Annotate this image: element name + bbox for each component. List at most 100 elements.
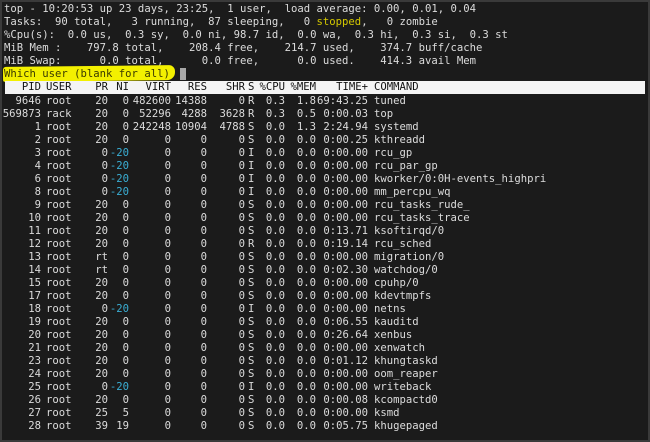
process-row[interactable]: 6 root 0 -20 0 0 0 I 0.0 0.0 0:00.00 kworker/0:0H-e…: [0, 173, 650, 186]
cell-pid: 14: [28, 264, 41, 276]
process-row[interactable]: 17 root 20 0 0 0 0 S 0.0 0.0 0:00.00 kdevtmpfs: [0, 290, 650, 303]
process-row[interactable]: 3 root 0 -20 0 0 0 I 0.0 0.0 0:00.00 rcu_gp: [0, 147, 650, 160]
cell-st: S: [248, 407, 255, 419]
cell-user: root: [46, 368, 72, 380]
cell-cmd: kcompactd0: [374, 394, 438, 406]
cell-virt: 0: [164, 355, 171, 367]
cell-pid: 23: [28, 355, 41, 367]
cell-mem: 0.0: [296, 199, 316, 211]
cell-st: S: [248, 212, 255, 224]
column-header-shr: SHR: [225, 81, 245, 93]
cell-user: root: [46, 238, 72, 250]
cell-ni: -20: [109, 303, 129, 315]
cell-ni: -20: [109, 186, 129, 198]
cell-cpu: 0.0: [265, 316, 285, 328]
cell-mem: 0.0: [296, 381, 316, 393]
cell-time: 0:00.00: [323, 173, 368, 185]
process-row[interactable]: 24 root 20 0 0 0 0 S 0.0 0.0 0:00.00 oom_reaper: [0, 368, 650, 381]
cell-st: S: [248, 420, 255, 432]
cell-pid: 12: [28, 238, 41, 250]
text-cursor[interactable]: [180, 68, 186, 80]
process-row[interactable]: 15 root 20 0 0 0 0 S 0.0 0.0 0:00.00 cpuhp/0: [0, 277, 650, 290]
cell-pid: 15: [28, 277, 41, 289]
cell-res: 0: [200, 355, 207, 367]
cell-cpu: 0.0: [265, 264, 285, 276]
column-header-user: USER: [46, 81, 72, 93]
process-row[interactable]: 11 root 20 0 0 0 0 S 0.0 0.0 0:13.71 ksoftirqd/0: [0, 225, 650, 238]
cell-pid: 13: [28, 251, 41, 263]
cell-ni: 0: [122, 264, 129, 276]
cell-time: 0:00.03: [323, 108, 368, 120]
cell-res: 0: [200, 420, 207, 432]
process-row[interactable]: 23 root 20 0 0 0 0 S 0.0 0.0 0:01.12 khungtaskd: [0, 355, 650, 368]
cell-st: S: [248, 290, 255, 302]
column-header-res: RES: [187, 81, 207, 93]
cell-res: 0: [200, 160, 207, 172]
cell-cpu: 0.0: [265, 186, 285, 198]
cell-pid: 24: [28, 368, 41, 380]
cell-virt: 0: [164, 407, 171, 419]
cell-res: 0: [200, 199, 207, 211]
cell-res: 0: [200, 264, 207, 276]
cell-st: S: [248, 368, 255, 380]
cell-time: 0:00.00: [323, 160, 368, 172]
process-row[interactable]: 28 root 39 19 0 0 0 S 0.0 0.0 0:05.75 khugepaged: [0, 420, 650, 433]
cell-st: S: [248, 121, 255, 133]
cell-ni: 0: [122, 394, 129, 406]
cell-time: 0:00.00: [323, 186, 368, 198]
cell-res: 0: [200, 238, 207, 250]
process-row[interactable]: 14 root rt 0 0 0 0 S 0.0 0.0 0:02.30 watchdog/0: [0, 264, 650, 277]
process-row[interactable]: 8 root 0 -20 0 0 0 I 0.0 0.0 0:00.00 mm_percpu_wq: [0, 186, 650, 199]
process-row[interactable]: 20 root 20 0 0 0 0 S 0.0 0.0 0:26.64 xenbus: [0, 329, 650, 342]
cell-virt: 0: [164, 329, 171, 341]
process-row[interactable]: 13 root rt 0 0 0 0 S 0.0 0.0 0:00.00 migration/0: [0, 251, 650, 264]
process-row[interactable]: 569873 rack 20 0 52296 4288 3628 R 0.3 0.5 0:00.03…: [0, 108, 650, 121]
process-row[interactable]: 21 root 20 0 0 0 0 S 0.0 0.0 0:00.00 xenwatch: [0, 342, 650, 355]
cell-pid: 10: [28, 212, 41, 224]
cell-mem: 0.0: [296, 420, 316, 432]
column-header-virt: VIRT: [145, 81, 171, 93]
column-header-st: S: [248, 81, 255, 93]
cell-cpu: 0.0: [265, 173, 285, 185]
cell-pr: 0: [101, 381, 108, 393]
cell-pr: 20: [95, 329, 108, 341]
cell-user: root: [46, 212, 72, 224]
cell-cmd: xenwatch: [374, 342, 426, 354]
process-row[interactable]: 25 root 0 -20 0 0 0 I 0.0 0.0 0:00.00 writeback: [0, 381, 650, 394]
process-row[interactable]: 4 root 0 -20 0 0 0 I 0.0 0.0 0:00.00 rcu_par_gp: [0, 160, 650, 173]
cell-mem: 0.0: [296, 394, 316, 406]
cell-res: 0: [200, 186, 207, 198]
cell-mem: 0.0: [296, 303, 316, 315]
process-row[interactable]: 12 root 20 0 0 0 0 R 0.0 0.0 0:19.14 rcu_sched: [0, 238, 650, 251]
cell-st: S: [248, 342, 255, 354]
cell-user: root: [46, 264, 72, 276]
cell-virt: 0: [164, 290, 171, 302]
cell-shr: 0: [238, 134, 245, 146]
cell-virt: 0: [164, 342, 171, 354]
cell-virt: 0: [164, 368, 171, 380]
process-row[interactable]: 9646 root 20 0 482600 14388 0 R 0.3 1.8 69:43.25 tu…: [0, 95, 650, 108]
process-row[interactable]: 10 root 20 0 0 0 0 S 0.0 0.0 0:00.00 rcu_tasks_trac…: [0, 212, 650, 225]
cell-mem: 0.0: [296, 134, 316, 146]
cell-st: I: [248, 160, 255, 172]
cell-cmd: rcu_par_gp: [374, 160, 438, 172]
process-row[interactable]: 18 root 0 -20 0 0 0 I 0.0 0.0 0:00.00 netns: [0, 303, 650, 316]
cell-user: root: [46, 277, 72, 289]
cell-mem: 0.0: [296, 238, 316, 250]
cell-res: 0: [200, 407, 207, 419]
cell-pid: 1: [34, 121, 41, 133]
process-row[interactable]: 1 root 20 0 242248 10904 4788 S 0.0 1.3 2:24.94 sys…: [0, 121, 650, 134]
process-row[interactable]: 26 root 20 0 0 0 0 S 0.0 0.0 0:00.08 kcompactd0: [0, 394, 650, 407]
process-row[interactable]: 27 root 25 5 0 0 0 S 0.0 0.0 0:00.00 ksmd: [0, 407, 650, 420]
cell-user: root: [46, 186, 72, 198]
cell-pr: 20: [95, 368, 108, 380]
cell-res: 4288: [181, 108, 207, 120]
cell-st: S: [248, 264, 255, 276]
cell-virt: 242248: [132, 121, 171, 133]
cell-user: root: [46, 290, 72, 302]
process-row[interactable]: 19 root 20 0 0 0 0 S 0.0 0.0 0:06.55 kauditd: [0, 316, 650, 329]
process-row[interactable]: 9 root 20 0 0 0 0 S 0.0 0.0 0:00.00 rcu_tasks_rude_: [0, 199, 650, 212]
cell-user: root: [46, 121, 72, 133]
process-row[interactable]: 2 root 20 0 0 0 0 S 0.0 0.0 0:00.25 kthreadd: [0, 134, 650, 147]
cell-shr: 0: [238, 368, 245, 380]
